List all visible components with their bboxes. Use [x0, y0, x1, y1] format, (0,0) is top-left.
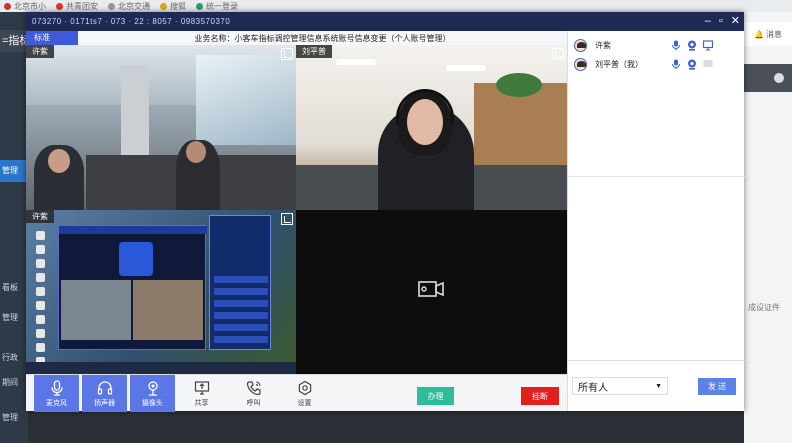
- background-menu-item[interactable]: 管理: [2, 412, 18, 423]
- expand-icon[interactable]: [281, 48, 293, 60]
- business-bar: 标准 业务名称：小客车指标调控管理信息系统账号信息变更（个人账号管理）: [26, 31, 567, 45]
- background-right-strip: [744, 64, 792, 92]
- background-menu: 管理 看板 管理 行政 期间 管理: [0, 12, 28, 443]
- speaker-button[interactable]: 扬声器: [82, 375, 127, 412]
- chat-messages[interactable]: [568, 176, 745, 372]
- dialog-title: 073270 · 0171ts7 · 073 · 22 : 8057 · 098…: [32, 17, 231, 26]
- business-tag: 标准: [26, 31, 78, 45]
- expand-icon[interactable]: [552, 48, 564, 60]
- browser-tab[interactable]: 搜狐: [160, 1, 186, 12]
- camera-button[interactable]: 摄像头: [130, 375, 175, 412]
- browser-tab-label: 搜狐: [170, 1, 186, 11]
- browser-tab-bar: 北京市小 共青团安 北京交通 搜狐 统一登录: [0, 0, 792, 12]
- screen-icon: [703, 39, 713, 50]
- browser-tab[interactable]: 共青团安: [56, 1, 98, 12]
- call-toolbar: 麦克风 扬声器 摄像头 共享 呼叫 设置: [26, 374, 567, 412]
- handle-button[interactable]: 办理: [417, 387, 454, 405]
- participants-panel: 许紫 刘平普（我） 所有人 ▼ 发 送: [567, 31, 745, 411]
- minimize-icon[interactable]: –: [705, 14, 711, 28]
- video-grid: 许紫 刘平普 许紫: [26, 45, 567, 374]
- video-tile[interactable]: 刘平普: [296, 45, 567, 210]
- avatar: [574, 38, 587, 52]
- call-button[interactable]: 呼叫: [231, 375, 276, 412]
- toolbar-button-label: 扬声器: [94, 399, 115, 407]
- send-button[interactable]: 发 送: [698, 378, 736, 395]
- toolbar-button-label: 呼叫: [246, 399, 261, 407]
- tab-favicon-icon: [196, 2, 203, 10]
- video-tile-name: 刘平普: [296, 45, 332, 58]
- restore-icon[interactable]: ▫: [719, 14, 723, 28]
- recipient-value: 所有人: [578, 382, 608, 394]
- dialog-titlebar[interactable]: 073270 · 0171ts7 · 073 · 22 : 8057 · 098…: [26, 12, 744, 31]
- notification-label: 消息: [765, 29, 782, 39]
- video-camera-icon: [418, 281, 444, 297]
- browser-tab[interactable]: 北京市小: [4, 1, 46, 12]
- shared-window: [58, 225, 207, 350]
- toggle-knob-icon[interactable]: [774, 73, 784, 83]
- browser-tab[interactable]: 统一登录: [196, 1, 238, 12]
- shared-panel: [209, 215, 271, 350]
- expand-icon[interactable]: [281, 213, 293, 225]
- background-menu-item[interactable]: 管理: [0, 160, 28, 182]
- background-right-link[interactable]: 成设证件: [748, 302, 780, 313]
- participant-row[interactable]: 许紫: [568, 36, 745, 54]
- share-button[interactable]: 共享: [179, 375, 224, 412]
- browser-tab-label: 北京交通: [118, 1, 150, 11]
- screen-share-tile[interactable]: 许紫: [26, 210, 296, 374]
- video-call-dialog: 073270 · 0171ts7 · 073 · 22 : 8057 · 098…: [26, 12, 745, 412]
- phone-call-icon: [246, 380, 261, 395]
- microphone-icon: [50, 379, 63, 396]
- bell-icon: 🔔: [754, 29, 764, 39]
- toolbar-button-label: 共享: [194, 399, 209, 407]
- tab-favicon-icon: [56, 2, 63, 10]
- recipient-select[interactable]: 所有人 ▼: [572, 377, 668, 395]
- browser-tab-label: 统一登录: [206, 1, 238, 11]
- settings-icon: [298, 380, 311, 395]
- video-tile-name: 许紫: [26, 45, 54, 58]
- microphone-icon: [672, 40, 680, 50]
- camera-icon: [688, 59, 696, 70]
- business-name: 业务名称：小客车指标调控管理信息系统账号信息变更（个人账号管理）: [194, 33, 451, 43]
- browser-tab-label: 共青团安: [66, 1, 98, 11]
- participant-list: 许紫 刘平普（我）: [568, 31, 745, 176]
- avatar: [574, 57, 587, 71]
- hangup-button[interactable]: 挂断: [521, 387, 559, 405]
- close-icon[interactable]: ✕: [731, 14, 740, 28]
- participant-name: 刘平普（我）: [595, 59, 643, 69]
- screen-share-icon: [194, 380, 209, 395]
- browser-tab-label: 北京市小: [14, 1, 46, 11]
- background-menu-item[interactable]: 管理: [2, 312, 18, 323]
- background-right-header[interactable]: 🔔 消息: [744, 22, 792, 46]
- headphones-icon: [97, 380, 112, 395]
- screen-icon: [703, 59, 713, 67]
- video-tile[interactable]: 许紫: [26, 45, 296, 210]
- microphone-icon: [672, 59, 680, 69]
- participant-row[interactable]: 刘平普（我）: [568, 55, 745, 73]
- participant-name: 许紫: [595, 40, 611, 50]
- tab-favicon-icon: [160, 2, 167, 10]
- background-menu-item[interactable]: 行政: [2, 352, 18, 363]
- background-menu-item[interactable]: 期间: [2, 377, 18, 388]
- camera-icon: [147, 380, 158, 396]
- settings-button[interactable]: 设置: [282, 375, 327, 412]
- background-menu-item[interactable]: 看板: [2, 282, 18, 293]
- browser-tab[interactable]: 北京交通: [108, 1, 150, 12]
- microphone-button[interactable]: 麦克风: [34, 375, 79, 412]
- toolbar-button-label: 摄像头: [142, 399, 163, 407]
- toolbar-button-label: 设置: [297, 399, 312, 407]
- tab-favicon-icon: [4, 2, 11, 10]
- chevron-down-icon: ▼: [655, 382, 662, 390]
- tab-favicon-icon: [108, 2, 115, 10]
- camera-icon: [688, 40, 696, 51]
- window-controls: – ▫ ✕: [705, 14, 740, 28]
- empty-video-tile[interactable]: [296, 210, 567, 374]
- video-tile-name: 许紫: [26, 210, 54, 223]
- toolbar-button-label: 麦克风: [46, 399, 67, 407]
